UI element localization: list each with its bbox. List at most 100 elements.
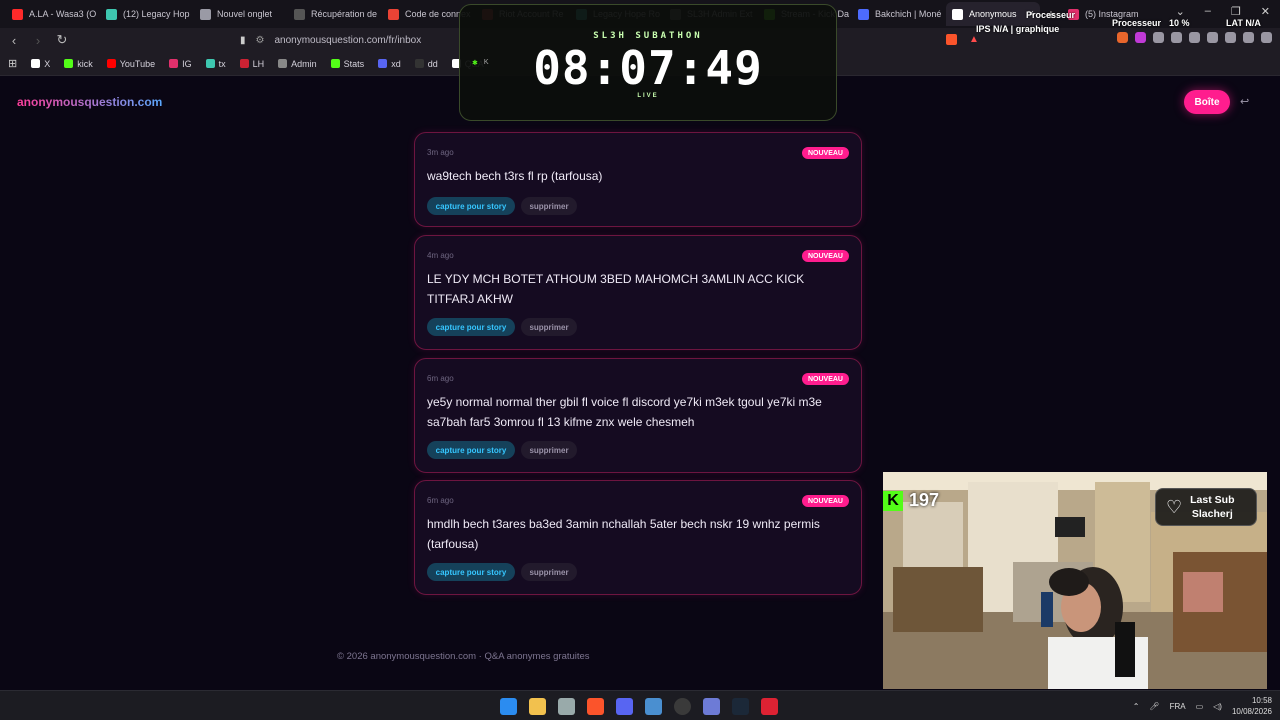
delete-button[interactable]: supprimer: [521, 563, 577, 581]
viewer-count: 197: [909, 490, 940, 510]
delete-button[interactable]: supprimer: [521, 318, 577, 336]
tab-favicon-icon: [858, 8, 869, 20]
bookmark-label: YouTube: [119, 58, 156, 69]
bookmark-label: Admin: [291, 58, 317, 69]
steam-icon[interactable]: [732, 698, 749, 715]
language-indicator[interactable]: FRA: [1170, 702, 1186, 711]
bookmark-label: xd: [391, 58, 401, 69]
subathon-timer-overlay: ✱ K SL3H SUBATHON 08:07:49 LIVE: [459, 4, 837, 121]
bookmark-item[interactable]: dd: [414, 59, 438, 69]
capture-story-button[interactable]: capture pour story: [427, 441, 515, 459]
message-timestamp: 6m ago: [427, 496, 454, 505]
bookmark-label: LH: [252, 58, 265, 69]
heart-icon: ♡: [1166, 496, 1183, 517]
bookmark-favicon-icon: [205, 59, 215, 68]
bookmark-favicon-icon: [330, 59, 340, 68]
app-icon[interactable]: [761, 698, 778, 715]
browser-tab[interactable]: A.LA - Wasa3 (O: [6, 2, 100, 26]
clock[interactable]: 10:58 10/08/2026: [1232, 695, 1272, 717]
delete-button[interactable]: supprimer: [521, 197, 577, 215]
tab-favicon-icon: [952, 8, 963, 20]
bookmark-item[interactable]: kick: [64, 59, 93, 69]
logout-icon[interactable]: ↩: [1240, 95, 1249, 108]
forward-icon[interactable]: ›: [28, 33, 48, 48]
app-icon[interactable]: [703, 698, 720, 715]
site-logo[interactable]: anonymousquestion.com: [17, 95, 162, 109]
browser-tab[interactable]: (12) Legacy Hop: [100, 2, 194, 26]
obs-icon[interactable]: [674, 698, 691, 715]
network-icon[interactable]: ▭: [1196, 702, 1204, 711]
message-card: 3m ago NOUVEAU wa9tech bech t3rs fl rp (ta…: [414, 132, 862, 227]
clock-date: 10/08/2026: [1231, 707, 1272, 716]
bookmark-favicon-icon: [64, 59, 74, 68]
message-text: ye5y normal normal ther gbil fl voice fl…: [427, 395, 822, 429]
tab-title: Bakchich | Moné: [875, 9, 942, 19]
bookmark-favicon-icon: [378, 59, 388, 68]
bookmark-icon[interactable]: ▮: [240, 35, 246, 46]
file-explorer-icon[interactable]: [529, 698, 546, 715]
kick-logo-icon: K: [883, 490, 903, 511]
last-sub-name: Slacherj: [1191, 508, 1233, 520]
bookmark-label: X: [44, 58, 51, 69]
k-icon: K: [483, 59, 489, 66]
brave-rewards-icon[interactable]: ▲: [969, 34, 979, 45]
bookmark-item[interactable]: LH: [239, 58, 265, 69]
site-info-icon[interactable]: ⚙: [256, 35, 265, 46]
bookmark-item[interactable]: tx: [205, 58, 226, 69]
webcam-overlay: K 197 ♡ Last Sub Slacherj: [883, 472, 1267, 689]
last-sub-widget: ♡ Last Sub Slacherj: [1155, 488, 1257, 526]
new-badge: NOUVEAU: [801, 147, 849, 159]
url-text[interactable]: anonymousquestion.com/fr/inbox: [274, 35, 421, 46]
last-sub-label: Last Sub: [1190, 494, 1235, 506]
bookmark-label: kick: [77, 58, 93, 69]
perf-cpu-value: 10 %: [1169, 18, 1190, 28]
message-card: 6m ago NOUVEAU ye5y normal normal ther gbi…: [414, 358, 862, 473]
bookmark-item[interactable]: YouTube: [106, 58, 156, 69]
performance-overlay: Processeur IPS N/A | graphique Processeu…: [976, 10, 1280, 40]
browser-tab[interactable]: Bakchich | Moné: [852, 2, 946, 26]
brave-icon[interactable]: [587, 698, 604, 715]
message-card: 6m ago NOUVEAU hmdlh bech t3ares ba3ed 3am…: [414, 480, 862, 595]
tab-favicon-icon: [200, 8, 211, 20]
timer-title: SL3H SUBATHON: [593, 31, 703, 41]
browser-tab[interactable]: Nouvel onglet: [194, 2, 288, 26]
capture-story-button[interactable]: capture pour story: [427, 197, 515, 215]
brave-shield-icon[interactable]: [946, 34, 957, 45]
site-footer: © 2026 anonymousquestion.com · Q&A anony…: [337, 651, 590, 662]
microphone-icon[interactable]: 🎤︎: [1149, 702, 1159, 711]
perf-cpu-label: Processeur: [1112, 18, 1162, 28]
discord-icon[interactable]: [616, 698, 633, 715]
message-timestamp: 3m ago: [427, 148, 454, 157]
bookmark-favicon-icon: [106, 59, 116, 68]
bookmark-label: IG: [182, 58, 192, 69]
new-badge: NOUVEAU: [801, 250, 849, 262]
message-text: wa9tech bech t3rs fl rp (tarfousa): [427, 169, 603, 183]
new-badge: NOUVEAU: [801, 495, 849, 507]
tab-favicon-icon: [294, 8, 305, 20]
capture-story-button[interactable]: capture pour story: [427, 318, 515, 336]
browser-tab[interactable]: Récupération de: [288, 2, 382, 26]
bookmark-item[interactable]: Stats: [330, 59, 364, 69]
app-icon[interactable]: [558, 698, 575, 715]
message-card: 4m ago NOUVEAU LE YDY MCH BOTET ATHOUM 3BE…: [414, 235, 862, 350]
perf-latency: LAT N/A: [1226, 18, 1261, 28]
start-icon[interactable]: [500, 698, 517, 715]
bookmark-item[interactable]: Admin: [278, 59, 317, 69]
bookmark-favicon-icon: [169, 59, 179, 68]
bookmark-item[interactable]: IG: [169, 59, 192, 69]
tray-chevron-icon[interactable]: ⌃: [1133, 702, 1140, 711]
apps-grid-icon[interactable]: ⊞: [8, 57, 17, 70]
back-icon[interactable]: ‹: [4, 33, 24, 48]
bookmark-item[interactable]: xd: [378, 59, 401, 69]
bookmark-item[interactable]: X: [31, 59, 50, 69]
capture-story-button[interactable]: capture pour story: [427, 563, 515, 581]
reload-icon[interactable]: ↻: [52, 32, 72, 48]
delete-button[interactable]: supprimer: [521, 441, 577, 459]
timer-clock: 08:07:49: [533, 41, 763, 95]
tab-favicon-icon: [106, 8, 117, 20]
volume-icon[interactable]: ◁): [1213, 702, 1222, 711]
app-icon[interactable]: [645, 698, 662, 715]
bookmark-label: tx: [218, 58, 226, 69]
inbox-button[interactable]: Boîte: [1184, 90, 1230, 114]
windows-taskbar: ⌃ 🎤︎ FRA ▭ ◁) 10:58 10/08/2026: [0, 690, 1280, 720]
